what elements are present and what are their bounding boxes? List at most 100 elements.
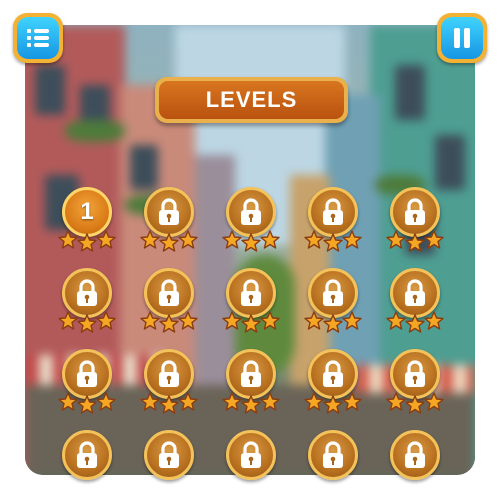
- star-icon: [140, 392, 160, 411]
- level-number: 1: [80, 198, 94, 225]
- level-button-locked[interactable]: [301, 349, 365, 414]
- level-button-locked[interactable]: [383, 430, 447, 492]
- level-stars: [55, 306, 119, 333]
- level-stars: [219, 306, 283, 333]
- level-grid: 1: [0, 0, 500, 500]
- padlock-icon: [241, 441, 261, 468]
- level-stars: [383, 306, 447, 333]
- star-icon: [178, 392, 198, 411]
- level-stars: [137, 387, 201, 414]
- level-coin: [308, 430, 358, 480]
- star-icon: [260, 392, 280, 411]
- padlock-icon: [405, 198, 425, 225]
- padlock-icon: [77, 279, 97, 306]
- star-icon: [323, 395, 343, 414]
- star-icon: [386, 230, 406, 249]
- star-icon: [77, 395, 97, 414]
- padlock-icon: [159, 279, 179, 306]
- level-button-locked[interactable]: [55, 268, 119, 333]
- level-coin: [144, 430, 194, 480]
- padlock-icon: [159, 198, 179, 225]
- level-stars: [219, 387, 283, 414]
- level-button-locked[interactable]: [55, 349, 119, 414]
- level-coin: [390, 430, 440, 480]
- padlock-icon: [323, 360, 343, 387]
- padlock-icon: [241, 360, 261, 387]
- level-button-locked[interactable]: [301, 268, 365, 333]
- star-icon: [304, 230, 324, 249]
- star-icon: [342, 311, 362, 330]
- level-stars: [301, 225, 365, 252]
- level-coin: [226, 430, 276, 480]
- star-icon: [96, 230, 116, 249]
- level-button-locked[interactable]: [219, 268, 283, 333]
- star-icon: [241, 395, 261, 414]
- star-icon: [140, 230, 160, 249]
- star-icon: [77, 314, 97, 333]
- level-button-locked[interactable]: [55, 430, 119, 492]
- level-stars: [55, 225, 119, 252]
- star-icon: [424, 230, 444, 249]
- star-icon: [96, 392, 116, 411]
- level-stars: [219, 225, 283, 252]
- level-stars: [301, 387, 365, 414]
- star-icon: [424, 392, 444, 411]
- level-coin: [62, 430, 112, 480]
- padlock-icon: [159, 441, 179, 468]
- padlock-icon: [405, 279, 425, 306]
- padlock-icon: [323, 279, 343, 306]
- star-icon: [58, 311, 78, 330]
- star-icon: [304, 392, 324, 411]
- star-icon: [386, 392, 406, 411]
- star-icon: [342, 392, 362, 411]
- level-stars: [137, 225, 201, 252]
- star-icon: [405, 395, 425, 414]
- level-button-locked[interactable]: [137, 430, 201, 492]
- level-button-locked[interactable]: [137, 349, 201, 414]
- level-stars: [383, 387, 447, 414]
- star-icon: [140, 311, 160, 330]
- padlock-icon: [159, 360, 179, 387]
- level-stars: [137, 306, 201, 333]
- star-icon: [323, 233, 343, 252]
- padlock-icon: [241, 279, 261, 306]
- star-icon: [323, 314, 343, 333]
- padlock-icon: [323, 198, 343, 225]
- star-icon: [424, 311, 444, 330]
- level-button-locked[interactable]: [301, 430, 365, 492]
- level-button-locked[interactable]: [137, 268, 201, 333]
- level-button-locked[interactable]: [301, 187, 365, 252]
- padlock-icon: [77, 441, 97, 468]
- padlock-icon: [241, 198, 261, 225]
- star-icon: [58, 392, 78, 411]
- star-icon: [222, 392, 242, 411]
- level-button-locked[interactable]: [219, 430, 283, 492]
- star-icon: [260, 311, 280, 330]
- level-button[interactable]: 1: [55, 187, 119, 252]
- star-icon: [178, 311, 198, 330]
- level-button-locked[interactable]: [383, 268, 447, 333]
- star-icon: [159, 233, 179, 252]
- star-icon: [241, 314, 261, 333]
- level-button-locked[interactable]: [383, 349, 447, 414]
- level-button-locked[interactable]: [137, 187, 201, 252]
- star-icon: [304, 311, 324, 330]
- star-icon: [241, 233, 261, 252]
- star-icon: [58, 230, 78, 249]
- star-icon: [260, 230, 280, 249]
- level-stars: [55, 387, 119, 414]
- star-icon: [159, 395, 179, 414]
- level-button-locked[interactable]: [219, 187, 283, 252]
- padlock-icon: [323, 441, 343, 468]
- star-icon: [77, 233, 97, 252]
- level-stars: [383, 225, 447, 252]
- level-button-locked[interactable]: [219, 349, 283, 414]
- level-stars: [301, 306, 365, 333]
- star-icon: [222, 230, 242, 249]
- star-icon: [222, 311, 242, 330]
- level-button-locked[interactable]: [383, 187, 447, 252]
- padlock-icon: [405, 360, 425, 387]
- star-icon: [386, 311, 406, 330]
- padlock-icon: [405, 441, 425, 468]
- star-icon: [405, 314, 425, 333]
